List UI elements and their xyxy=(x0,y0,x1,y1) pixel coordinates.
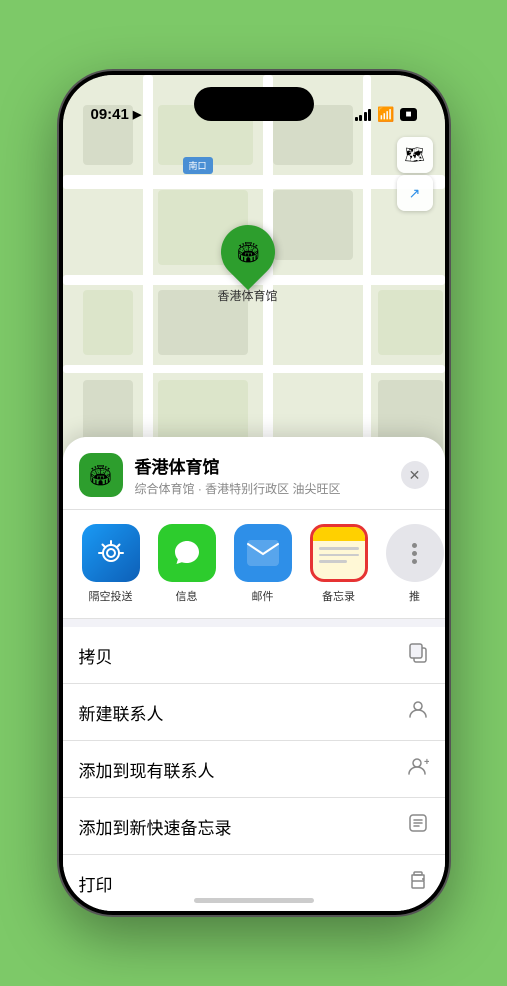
mail-icon xyxy=(234,524,292,582)
notes-lines-container xyxy=(313,541,365,563)
more-dot xyxy=(412,551,417,556)
copy-icon xyxy=(407,641,429,669)
map-type-button[interactable]: 🗺 xyxy=(397,137,433,173)
airdrop-icon xyxy=(82,524,140,582)
messages-label: 信息 xyxy=(176,588,198,604)
notes-line xyxy=(319,560,347,563)
menu-add-existing-label: 添加到现有联系人 xyxy=(79,757,215,782)
map-area: 南口 🏟 香港体育馆 🗺 ↗ xyxy=(63,75,445,475)
location-info: 香港体育馆 综合体育馆 · 香港特别行政区 油尖旺区 xyxy=(135,453,389,497)
mail-label: 邮件 xyxy=(252,588,274,604)
more-dot xyxy=(412,559,417,564)
location-subtitle: 综合体育馆 · 香港特别行政区 油尖旺区 xyxy=(135,480,389,497)
notes-yellow-top xyxy=(313,527,365,541)
map-label-nankou: 南口 xyxy=(183,157,213,174)
more-dots xyxy=(412,543,417,564)
share-item-more[interactable]: 推 xyxy=(383,524,445,604)
notes-line xyxy=(319,554,359,557)
menu-item-quick-note[interactable]: 添加到新快速备忘录 xyxy=(63,798,445,855)
menu-item-copy[interactable]: 拷贝 xyxy=(63,627,445,684)
phone-frame: 09:41 ▶ 📶 ■ xyxy=(59,71,449,915)
map-road xyxy=(63,175,445,189)
print-icon xyxy=(407,869,429,897)
home-indicator xyxy=(194,898,314,903)
phone-screen: 09:41 ▶ 📶 ■ xyxy=(63,75,445,911)
location-header: 🏟 香港体育馆 综合体育馆 · 香港特别行政区 油尖旺区 ✕ xyxy=(63,437,445,510)
notes-line xyxy=(319,547,359,550)
menu-item-add-existing[interactable]: 添加到现有联系人 + xyxy=(63,741,445,798)
map-controls: 🗺 ↗ xyxy=(397,137,433,211)
map-building xyxy=(273,190,353,260)
menu-print-label: 打印 xyxy=(79,871,113,896)
bottom-sheet: 🏟 香港体育馆 综合体育馆 · 香港特别行政区 油尖旺区 ✕ xyxy=(63,437,445,911)
more-icon xyxy=(386,524,444,582)
dynamic-island xyxy=(194,87,314,121)
share-item-airdrop[interactable]: 隔空投送 xyxy=(79,524,143,604)
marker-pin-icon: 🏟 xyxy=(235,240,260,265)
wifi-icon: 📶 xyxy=(377,106,394,123)
menu-new-contact-label: 新建联系人 xyxy=(79,700,164,725)
close-button[interactable]: ✕ xyxy=(401,461,429,489)
more-label: 推 xyxy=(409,588,420,604)
location-venue-icon: 🏟 xyxy=(79,453,123,497)
menu-list: 拷贝 新建联系人 xyxy=(63,627,445,911)
menu-quick-note-label: 添加到新快速备忘录 xyxy=(79,814,232,839)
map-building xyxy=(83,290,133,355)
signal-icon xyxy=(355,109,372,121)
share-item-mail[interactable]: 邮件 xyxy=(231,524,295,604)
map-building xyxy=(378,290,443,355)
share-row: 隔空投送 信息 xyxy=(63,510,445,619)
svg-text:+: + xyxy=(424,757,429,768)
airdrop-label: 隔空投送 xyxy=(89,588,133,604)
marker-pin: 🏟 xyxy=(209,214,285,290)
share-item-messages[interactable]: 信息 xyxy=(155,524,219,604)
location-name: 香港体育馆 xyxy=(135,453,389,478)
map-road xyxy=(63,365,445,373)
battery-icon: ■ xyxy=(400,108,416,121)
add-existing-contact-icon: + xyxy=(407,755,429,783)
menu-copy-label: 拷贝 xyxy=(79,643,113,668)
status-right: 📶 ■ xyxy=(355,106,417,123)
share-item-notes[interactable]: 备忘录 xyxy=(307,524,371,604)
location-button[interactable]: ↗ xyxy=(397,175,433,211)
notes-icon-container xyxy=(310,524,368,582)
map-road xyxy=(143,75,153,475)
location-arrow-icon: ▶ xyxy=(133,108,141,121)
status-time: 09:41 ▶ xyxy=(91,106,142,123)
messages-icon xyxy=(158,524,216,582)
map-road xyxy=(363,75,371,475)
time-label: 09:41 xyxy=(91,106,129,123)
menu-item-new-contact[interactable]: 新建联系人 xyxy=(63,684,445,741)
new-contact-icon xyxy=(407,698,429,726)
more-dot xyxy=(412,543,417,548)
location-marker: 🏟 香港体育馆 xyxy=(218,225,278,304)
quick-note-icon xyxy=(407,812,429,840)
notes-label: 备忘录 xyxy=(322,588,355,604)
